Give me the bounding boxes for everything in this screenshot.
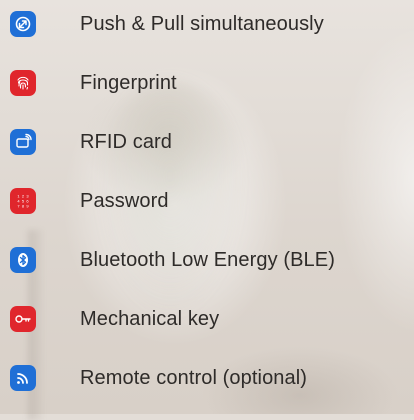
feature-item-fingerprint: Fingerprint (0, 63, 414, 103)
rfid-card-icon (10, 129, 36, 155)
feature-item-password: 123 456 789 Password (0, 181, 414, 221)
feature-list: Push & Pull simultaneously Fingerprint R… (0, 0, 414, 414)
svg-text:8: 8 (22, 204, 25, 209)
svg-text:7: 7 (17, 204, 20, 209)
feature-label: Fingerprint (80, 71, 177, 94)
feature-item-bluetooth: Bluetooth Low Energy (BLE) (0, 240, 414, 280)
push-pull-icon (10, 11, 36, 37)
keypad-icon: 123 456 789 (10, 188, 36, 214)
feature-label: Remote control (optional) (80, 366, 308, 389)
feature-item-rfid-card: RFID card (0, 122, 414, 162)
feature-label: Mechanical key (80, 307, 220, 330)
bluetooth-icon (10, 247, 36, 273)
feature-item-mechanical-key: Mechanical key (0, 299, 414, 339)
remote-signal-icon (10, 365, 36, 391)
feature-label: Bluetooth Low Energy (BLE) (80, 248, 335, 271)
feature-item-remote-control: Remote control (optional) (0, 358, 414, 398)
feature-label: RFID card (80, 130, 173, 153)
svg-text:9: 9 (26, 204, 29, 209)
feature-label: Push & Pull simultaneously (80, 12, 324, 35)
fingerprint-icon (10, 70, 36, 96)
key-icon (10, 306, 36, 332)
feature-label: Password (80, 189, 169, 212)
feature-item-push-pull: Push & Pull simultaneously (0, 4, 414, 44)
